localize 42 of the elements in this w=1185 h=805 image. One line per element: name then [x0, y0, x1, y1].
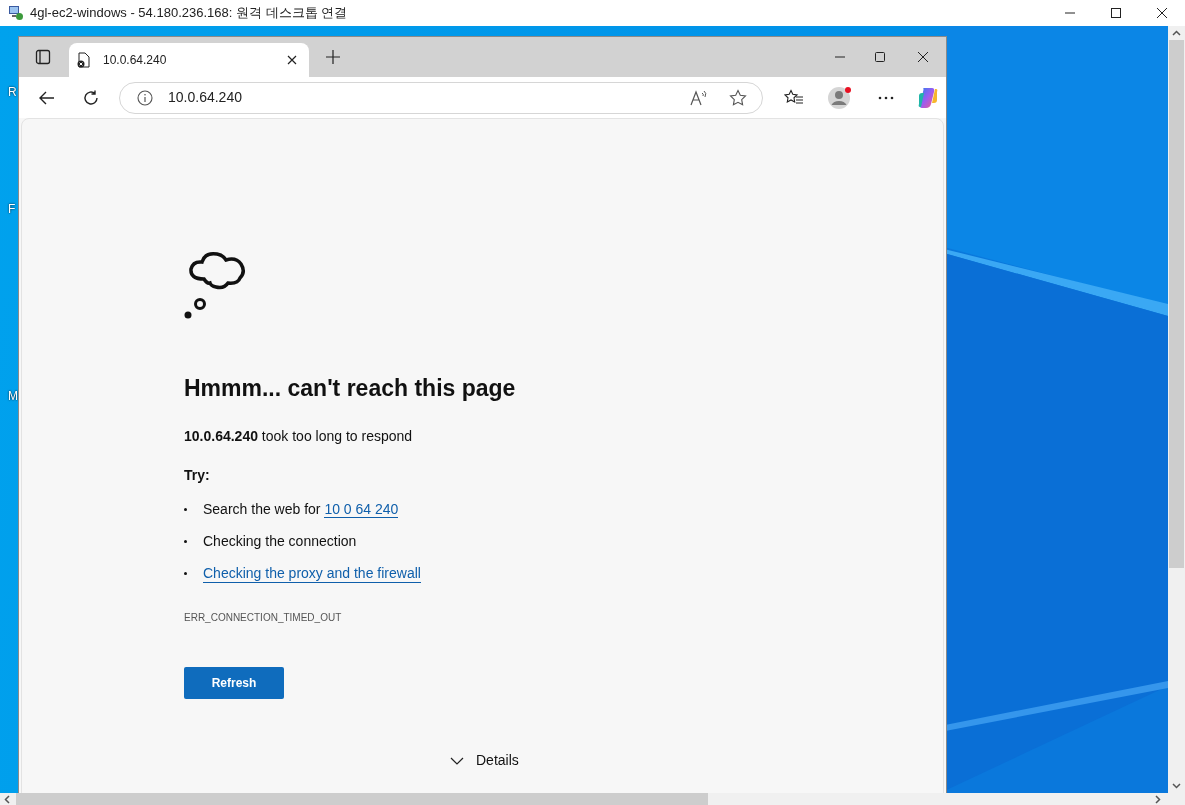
bullet-icon: [184, 508, 187, 511]
vertical-scrollbar[interactable]: [1168, 26, 1185, 793]
refresh-icon[interactable]: [82, 88, 100, 107]
star-icon[interactable]: [729, 88, 747, 107]
refresh-button[interactable]: Refresh: [184, 666, 284, 699]
search-link[interactable]: 10 0 64 240: [324, 501, 399, 518]
window-title: 4gl-ec2-windows - 54.180.236.168: 원격 데스크톱 연결: [30, 4, 348, 23]
bullet-icon: [184, 572, 187, 575]
close-tab-icon[interactable]: [287, 55, 297, 65]
scrollbar-thumb[interactable]: [16, 793, 708, 805]
plus-icon[interactable]: [325, 49, 341, 65]
error-heading: Hmmm... can't reach this page: [184, 374, 517, 403]
error-message: 10.0.64.240 took too long to respond: [184, 426, 414, 446]
details-toggle[interactable]: Details: [450, 750, 519, 771]
close-icon[interactable]: [917, 51, 929, 63]
scroll-right-icon[interactable]: [1155, 794, 1161, 804]
suggestion-link[interactable]: Checking the proxy and the firewall: [203, 564, 421, 583]
more-icon[interactable]: [878, 95, 894, 100]
scroll-left-icon[interactable]: [4, 794, 10, 804]
scrollbar-thumb[interactable]: [1169, 40, 1184, 568]
remote-desktop-icon: [8, 5, 24, 21]
browser-tab[interactable]: 10.0.64.240: [69, 43, 309, 77]
try-label: Try:: [184, 465, 211, 485]
favorites-icon[interactable]: [784, 88, 804, 107]
maximize-icon[interactable]: [1110, 7, 1122, 19]
bullet-icon: [184, 540, 187, 543]
suggestion-text: Checking the connection: [203, 532, 357, 551]
close-icon[interactable]: [1156, 7, 1168, 19]
chevron-down-icon: [450, 756, 464, 765]
tab-title: 10.0.64.240: [103, 52, 167, 69]
suggestion-text: Search the web for 10 0 64 240: [203, 500, 399, 520]
info-icon[interactable]: [137, 89, 153, 106]
maximize-icon[interactable]: [874, 51, 886, 63]
horizontal-scrollbar[interactable]: [0, 793, 1185, 805]
error-code: ERR_CONNECTION_TIMED_OUT: [184, 610, 343, 625]
address-text: 10.0.64.240: [168, 88, 242, 107]
page-error-icon: [77, 52, 91, 68]
scroll-up-icon[interactable]: [1172, 30, 1181, 36]
address-bar[interactable]: 10.0.64.240: [119, 81, 763, 114]
sidebar-layout-icon[interactable]: [35, 49, 51, 65]
read-aloud-icon[interactable]: [690, 89, 708, 106]
scroll-down-icon[interactable]: [1172, 783, 1181, 789]
